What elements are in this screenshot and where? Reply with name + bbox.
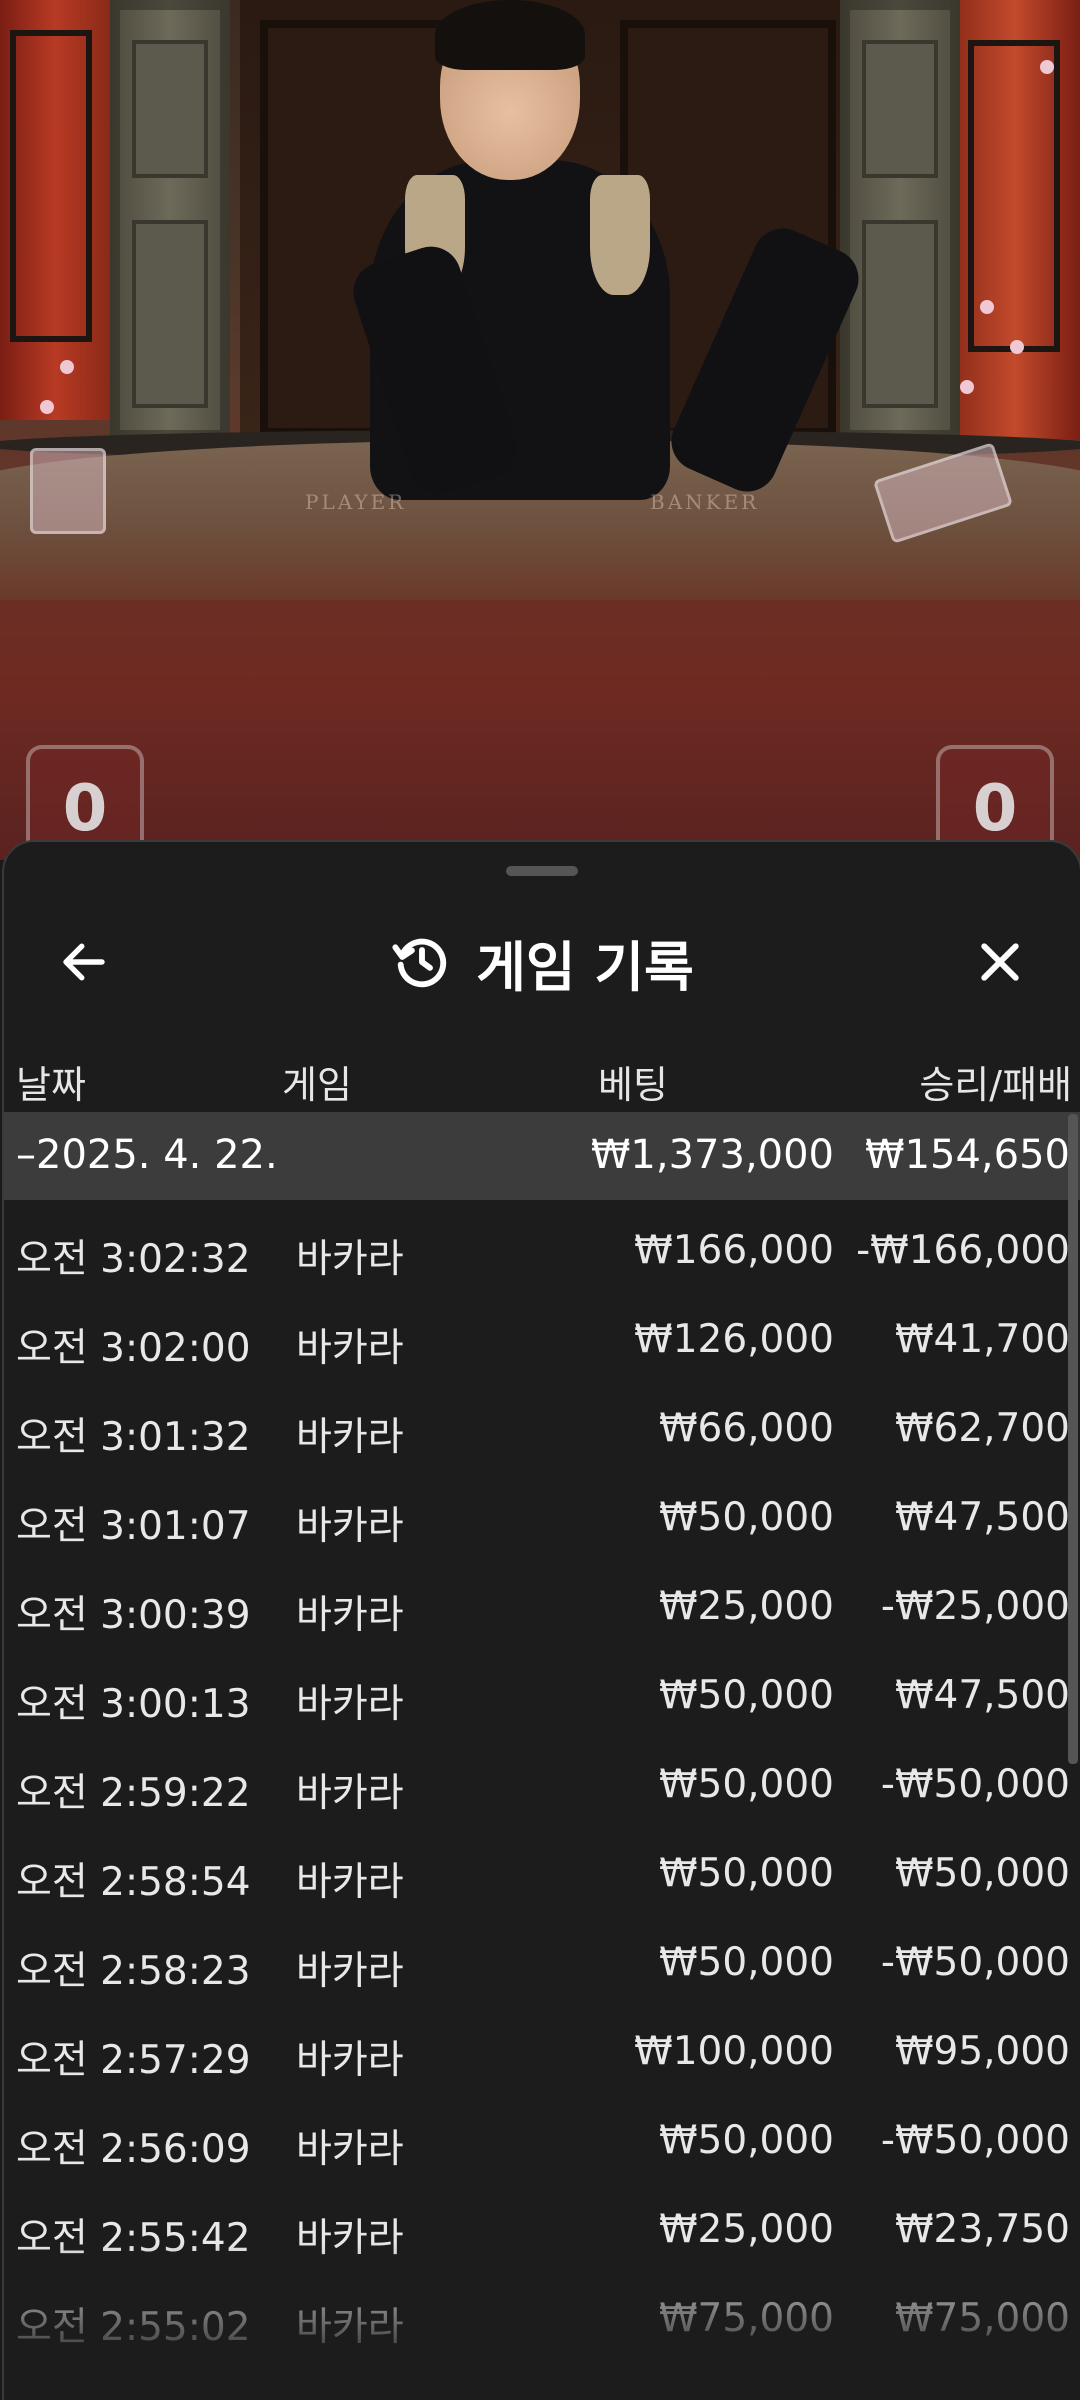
row-time: 오전 2:59:22	[16, 1771, 251, 1816]
row-game: 바카라	[296, 1593, 404, 1638]
row-time: 오전 3:01:07	[16, 1504, 251, 1549]
sheet-title-group: 게임 기록	[4, 922, 1080, 1002]
sheet-drag-handle[interactable]	[506, 866, 578, 876]
app-screen: PLAYER BANKER 0 0 게임 기록 날짜 게임 베팅 승리/패배 –…	[0, 0, 1080, 2400]
history-icon	[392, 938, 447, 988]
row-game: 바카라	[296, 1771, 404, 1816]
close-button[interactable]	[960, 922, 1040, 1002]
history-table: –2025. 4. 22. ₩1,373,000 ₩154,650 오전 3:0…	[4, 1112, 1080, 2363]
table-row[interactable]: 오전 2:58:23 바카라 ₩50,000 -₩50,000	[4, 1918, 1080, 2007]
column-header-date: 날짜	[16, 1063, 86, 1107]
row-game: 바카라	[296, 2038, 404, 2083]
table-row[interactable]: 오전 2:55:42 바카라 ₩25,000 ₩23,750	[4, 2185, 1080, 2274]
row-bet: ₩166,000	[634, 1228, 834, 1273]
row-bet: ₩50,000	[658, 1495, 834, 1540]
row-result: ₩23,750	[894, 2207, 1070, 2252]
row-game: 바카라	[296, 1237, 404, 1282]
table-row[interactable]: 오전 2:57:29 바카라 ₩100,000 ₩95,000	[4, 2007, 1080, 2096]
row-result: -₩25,000	[880, 1584, 1070, 1629]
table-label-banker: BANKER	[650, 490, 760, 514]
row-time: 오전 2:55:42	[16, 2216, 251, 2261]
row-result: ₩41,700	[894, 1317, 1070, 1362]
row-time: 오전 2:58:54	[16, 1860, 251, 1905]
row-time: 오전 3:02:32	[16, 1237, 251, 1282]
table-row[interactable]: 오전 2:56:09 바카라 ₩50,000 -₩50,000	[4, 2096, 1080, 2185]
row-bet: ₩50,000	[658, 1762, 834, 1807]
column-header-bet: 베팅	[598, 1063, 668, 1107]
sheet-header: 게임 기록	[4, 902, 1080, 1022]
row-game: 바카라	[296, 2127, 404, 2172]
table-row[interactable]: 오전 2:58:54 바카라 ₩50,000 ₩50,000	[4, 1829, 1080, 1918]
group-date: –2025. 4. 22.	[16, 1132, 278, 1178]
row-result: ₩62,700	[894, 1406, 1070, 1451]
column-header-game: 게임	[282, 1063, 352, 1107]
table-row[interactable]: 오전 3:02:32 바카라 ₩166,000 -₩166,000	[4, 1206, 1080, 1295]
close-icon	[981, 943, 1019, 981]
row-game: 바카라	[296, 2216, 404, 2261]
live-video-stream: PLAYER BANKER 0 0	[0, 0, 1080, 860]
table-label-player: PLAYER	[305, 490, 407, 514]
row-time: 오전 3:00:13	[16, 1682, 251, 1727]
scrollbar[interactable]	[1068, 1114, 1078, 1764]
row-game: 바카라	[296, 1949, 404, 1994]
row-game: 바카라	[296, 2305, 404, 2350]
row-result: ₩47,500	[894, 1495, 1070, 1540]
row-bet: ₩50,000	[658, 1851, 834, 1896]
group-result-total: ₩154,650	[865, 1132, 1070, 1178]
row-time: 오전 2:57:29	[16, 2038, 251, 2083]
row-result: -₩50,000	[880, 2118, 1070, 2163]
row-bet: ₩126,000	[634, 1317, 834, 1362]
table-row[interactable]: 오전 3:02:00 바카라 ₩126,000 ₩41,700	[4, 1295, 1080, 1384]
row-bet: ₩50,000	[658, 1673, 834, 1718]
row-game: 바카라	[296, 1326, 404, 1371]
row-time: 오전 3:00:39	[16, 1593, 251, 1638]
row-time: 오전 3:02:00	[16, 1326, 251, 1371]
row-bet: ₩100,000	[634, 2029, 834, 2074]
row-bet: ₩25,000	[658, 2207, 834, 2252]
row-result: -₩50,000	[880, 1940, 1070, 1985]
row-result: ₩75,000	[894, 2296, 1070, 2341]
row-bet: ₩50,000	[658, 2118, 834, 2163]
table-header: 날짜 게임 베팅 승리/패배	[4, 1042, 1080, 1112]
table-row[interactable]: 오전 3:00:39 바카라 ₩25,000 -₩25,000	[4, 1562, 1080, 1651]
table-row[interactable]: 오전 2:55:02 바카라 ₩75,000 ₩75,000	[4, 2274, 1080, 2363]
group-bet-total: ₩1,373,000	[590, 1132, 834, 1178]
table-row[interactable]: 오전 2:59:22 바카라 ₩50,000 -₩50,000	[4, 1740, 1080, 1829]
row-game: 바카라	[296, 1504, 404, 1549]
row-time: 오전 2:55:02	[16, 2305, 251, 2350]
table-row[interactable]: 오전 3:00:13 바카라 ₩50,000 ₩47,500	[4, 1651, 1080, 1740]
row-result: -₩166,000	[856, 1228, 1070, 1273]
row-bet: ₩25,000	[658, 1584, 834, 1629]
row-game: 바카라	[296, 1682, 404, 1727]
date-group-row[interactable]: –2025. 4. 22. ₩1,373,000 ₩154,650	[4, 1112, 1080, 1200]
row-time: 오전 2:56:09	[16, 2127, 251, 2172]
decor-pillar-left	[110, 0, 230, 440]
row-result: ₩95,000	[894, 2029, 1070, 2074]
row-bet: ₩75,000	[658, 2296, 834, 2341]
row-game: 바카라	[296, 1860, 404, 1905]
game-history-sheet: 게임 기록 날짜 게임 베팅 승리/패배 –2025. 4. 22. ₩1,37…	[2, 840, 1080, 2400]
row-result: ₩47,500	[894, 1673, 1070, 1718]
column-header-result: 승리/패배	[919, 1063, 1072, 1107]
row-result: -₩50,000	[880, 1762, 1070, 1807]
sheet-title: 게임 기록	[476, 935, 694, 999]
row-time: 오전 2:58:23	[16, 1949, 251, 1994]
decor-pillar-right	[840, 0, 960, 440]
row-time: 오전 3:01:32	[16, 1415, 251, 1460]
row-result: ₩50,000	[894, 1851, 1070, 1896]
card-shoe-left	[30, 448, 106, 534]
table-row[interactable]: 오전 3:01:07 바카라 ₩50,000 ₩47,500	[4, 1473, 1080, 1562]
row-bet: ₩66,000	[658, 1406, 834, 1451]
row-game: 바카라	[296, 1415, 404, 1460]
table-row[interactable]: 오전 3:01:32 바카라 ₩66,000 ₩62,700	[4, 1384, 1080, 1473]
row-bet: ₩50,000	[658, 1940, 834, 1985]
